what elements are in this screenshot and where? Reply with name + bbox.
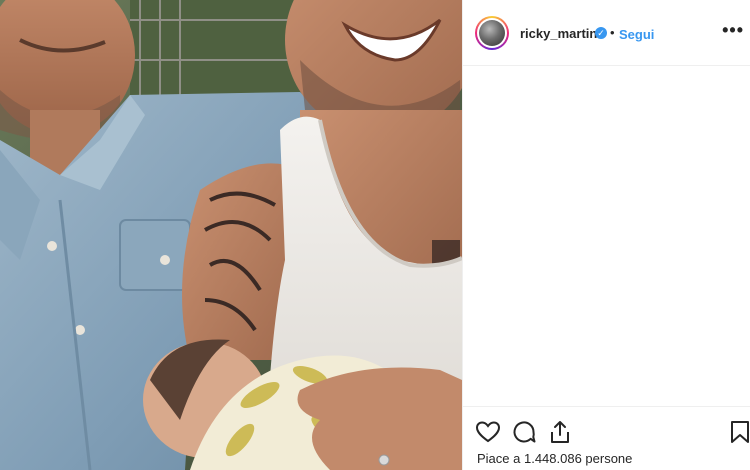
- comment-icon[interactable]: [511, 419, 537, 445]
- likes-count[interactable]: Piace a 1.448.086 persone: [477, 451, 632, 466]
- post-side-panel: ricky_martin ✓ • Segui ••• Piace a 1.448…: [462, 0, 750, 470]
- share-icon[interactable]: [547, 419, 573, 445]
- post-photo[interactable]: [0, 0, 462, 470]
- avatar-frame: [477, 18, 507, 48]
- avatar-image: [479, 20, 505, 46]
- heart-icon[interactable]: [475, 419, 501, 445]
- more-options-icon[interactable]: •••: [722, 20, 744, 41]
- instagram-post: ricky_martin ✓ • Segui ••• Piace a 1.448…: [0, 0, 750, 470]
- photo-illustration: [0, 0, 462, 470]
- bookmark-icon[interactable]: [727, 419, 750, 445]
- username-link[interactable]: ricky_martin: [520, 26, 597, 41]
- post-header: ricky_martin ✓ • Segui •••: [463, 0, 750, 66]
- follow-button[interactable]: Segui: [619, 27, 654, 42]
- comments-area: [463, 66, 750, 406]
- avatar[interactable]: [475, 16, 509, 50]
- header-separator: •: [610, 25, 615, 40]
- post-actions: Piace a 1.448.086 persone: [463, 406, 750, 470]
- verified-badge-icon: ✓: [595, 27, 607, 39]
